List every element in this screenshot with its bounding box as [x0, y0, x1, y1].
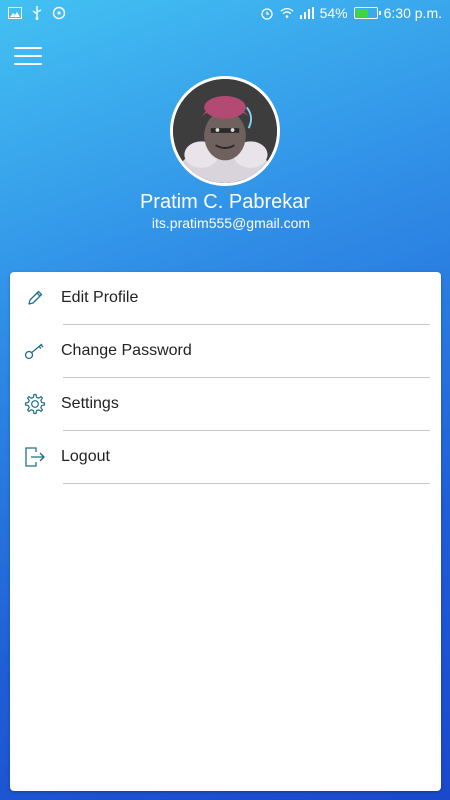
menu-item-label: Change Password [61, 342, 192, 359]
avatar[interactable] [170, 76, 280, 186]
wifi-icon [280, 6, 294, 20]
alarm-icon [260, 6, 274, 20]
status-time: 6:30 p.m. [383, 5, 442, 21]
signal-icon [299, 6, 314, 20]
battery-icon [353, 7, 381, 19]
avatar-image [173, 79, 277, 183]
image-icon [8, 6, 22, 20]
pencil-icon [24, 287, 46, 309]
menu-item-label: Edit Profile [61, 289, 139, 306]
battery-fill [355, 9, 368, 17]
menu-item-change-password[interactable]: Change Password [10, 325, 441, 378]
menu-item-edit-profile[interactable]: Edit Profile [10, 272, 441, 325]
menu-card: Edit Profile Change Password Settings Lo… [10, 272, 441, 791]
hamburger-menu-icon[interactable] [14, 44, 42, 68]
menu-item-label: Logout [61, 448, 110, 465]
menu-item-settings[interactable]: Settings [10, 378, 441, 431]
menu-line [14, 63, 42, 65]
usb-icon [30, 6, 44, 20]
divider [63, 483, 430, 484]
gear-icon [24, 393, 46, 415]
menu-item-label: Settings [61, 395, 119, 412]
key-icon [24, 340, 46, 362]
profile-name: Pratim C. Pabrekar [139, 191, 311, 213]
menu-line [14, 55, 42, 57]
logout-icon [24, 446, 46, 468]
menu-item-logout[interactable]: Logout [10, 431, 441, 484]
sync-icon [52, 6, 66, 20]
menu-line [14, 47, 42, 49]
status-left-icons [8, 6, 66, 20]
profile-email: its.pratim555@gmail.com [151, 215, 311, 231]
status-right-icons: 54% 6:30 p.m. [260, 5, 442, 21]
status-bar: 54% 6:30 p.m. [0, 0, 450, 26]
battery-percent: 54% [319, 5, 348, 21]
